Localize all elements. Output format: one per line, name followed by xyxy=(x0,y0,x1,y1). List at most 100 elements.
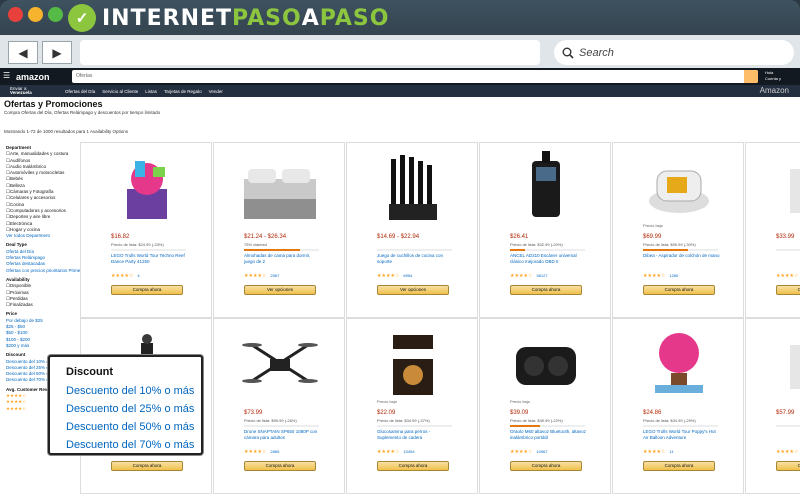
buy-button[interactable]: Compra ahora xyxy=(510,461,582,471)
back-button[interactable]: ◀ xyxy=(8,41,38,64)
product-card[interactable]: $21.24 - $26.34 75% claimed Almohadas de c… xyxy=(213,142,345,318)
product-card[interactable]: $16.82 Precio de lista: $24.99 (-33%) LEGO… xyxy=(80,142,212,318)
product-title[interactable]: LEGO Trolls World Tour Techno Reef Dance… xyxy=(111,253,189,264)
amazon-search-button[interactable] xyxy=(744,70,758,83)
rating-stars: ★★★★☆ xyxy=(377,449,400,455)
address-bar[interactable] xyxy=(80,40,540,65)
product-title[interactable]: Almohadas de cama para dormir, juego de … xyxy=(244,253,322,264)
nav-item-sell[interactable]: Vender xyxy=(209,89,223,94)
discount-option-70[interactable]: Descuento del 70% o más xyxy=(66,439,194,451)
buy-button[interactable]: Compra ahora xyxy=(111,461,183,471)
product-rating[interactable]: ★★★★☆ 1265 xyxy=(643,273,678,279)
product-image[interactable] xyxy=(238,149,322,227)
buy-button[interactable]: Compra ahora xyxy=(776,461,800,471)
product-badge: Precio bajo xyxy=(643,223,664,228)
buy-button[interactable]: Ver opciones xyxy=(244,285,316,295)
product-image[interactable] xyxy=(105,149,189,227)
product-card[interactable]: Precio bajo $39.09 Precio de lista: $49.99… xyxy=(479,318,611,494)
review-count[interactable]: 1265 xyxy=(669,273,678,278)
product-title[interactable]: ANCEL AD310 Escáner universal clásico me… xyxy=(510,253,588,264)
buy-button[interactable]: Ver opciones xyxy=(377,285,449,295)
product-image[interactable] xyxy=(371,325,455,403)
product-rating[interactable]: ★★★★☆ 2567 xyxy=(244,273,279,279)
amazon-logo[interactable]: amazon xyxy=(16,72,50,82)
product-rating[interactable]: ★★★★☆ 6954 xyxy=(377,273,412,279)
product-image[interactable] xyxy=(371,149,455,227)
deal-type-item[interactable]: Ofertas con precios prioritarios Prime xyxy=(6,268,81,274)
search-category[interactable]: Ofertas xyxy=(76,73,92,79)
forward-button[interactable]: ▶ xyxy=(42,41,72,64)
product-card[interactable]: $14.69 - $22.94 Juego de cuchillos de coc… xyxy=(346,142,478,318)
product-card[interactable]: $24.86 Precio de lista: $34.99 (-29%) LEGO… xyxy=(612,318,744,494)
nav-promo[interactable]: Amazon xyxy=(760,86,789,95)
review-count[interactable]: 10454 xyxy=(403,449,414,454)
page-title: Ofertas y Promociones xyxy=(4,99,103,109)
product-meta: Precio de lista: $49.99 (-22%) xyxy=(510,418,563,423)
product-rating[interactable]: ★★★★☆ xyxy=(776,273,800,279)
product-image[interactable] xyxy=(770,149,800,227)
buy-button[interactable]: Compra ahora xyxy=(111,285,183,295)
minimize-window-icon[interactable] xyxy=(28,7,43,22)
nav-item-lists[interactable]: Listas xyxy=(145,89,157,94)
review-count[interactable]: 11 xyxy=(669,449,673,454)
product-title[interactable]: Dibea - Aspirador de colchón de mano xyxy=(643,253,721,259)
product-title[interactable]: Juego de cuchillos de cocina con soporte xyxy=(377,253,455,264)
product-image[interactable] xyxy=(504,325,588,403)
product-rating[interactable]: ★★★★☆ 36127 xyxy=(510,273,548,279)
buy-button[interactable]: Compra ahora xyxy=(510,285,582,295)
close-window-icon[interactable] xyxy=(8,7,23,22)
review-count[interactable]: 36127 xyxy=(536,273,547,278)
discount-option-50[interactable]: Descuento del 50% o más xyxy=(66,421,194,433)
deliver-country: Venezuela xyxy=(10,90,32,95)
product-image[interactable] xyxy=(637,325,721,403)
see-all-departments[interactable]: Ver todos Department xyxy=(6,233,81,239)
product-title[interactable]: LEGO Trolls World Tour Poppy's Hot Air B… xyxy=(643,429,721,440)
review-count[interactable]: 2865 xyxy=(270,449,279,454)
nav-item-gift-cards[interactable]: Tarjetas de Regalo xyxy=(164,89,202,94)
product-rating[interactable]: ★★★★☆ 4 xyxy=(111,273,140,279)
product-image[interactable] xyxy=(770,325,800,403)
rating-stars: ★★★★☆ xyxy=(776,273,799,279)
product-card[interactable]: $73.99 Precio de lista: $99.99 (-26%) Dron… xyxy=(213,318,345,494)
product-title[interactable]: Glucosamina para perros - Suplemento de … xyxy=(377,429,455,440)
buy-button[interactable]: Compra ahora xyxy=(244,461,316,471)
amazon-search-input[interactable]: Ofertas xyxy=(72,70,758,83)
product-rating[interactable]: ★★★★☆ 2865 xyxy=(244,449,279,455)
product-image[interactable] xyxy=(238,325,322,403)
browser-search-input[interactable]: Search xyxy=(554,40,794,65)
review-count[interactable]: 2567 xyxy=(270,273,279,278)
review-count[interactable]: 4 xyxy=(137,273,139,278)
product-card[interactable]: Precio bajo $69.99 Precio de lista: $99.99… xyxy=(612,142,744,318)
nav-item-customer-service[interactable]: Servicio al Cliente xyxy=(102,89,138,94)
product-rating[interactable]: ★★★★☆ 10967 xyxy=(510,449,548,455)
account-menu[interactable]: Hola Cuenta y xyxy=(765,70,781,82)
product-image[interactable] xyxy=(637,149,721,227)
hamburger-menu-icon[interactable]: ☰ xyxy=(3,71,10,80)
page-subtitle: Compra Ofertas del Día, Ofertas Relámpag… xyxy=(4,110,161,115)
claimed-progress-fill xyxy=(510,249,525,251)
review-count[interactable]: 10967 xyxy=(536,449,547,454)
discount-option-25[interactable]: Descuento del 25% o más xyxy=(66,403,194,415)
maximize-window-icon[interactable] xyxy=(48,7,63,22)
rating-stars: ★★★★☆ xyxy=(244,449,267,455)
buy-button[interactable]: Compra ahora xyxy=(643,285,715,295)
product-card[interactable]: Precio bajo $22.09 Precio de lista: $34.99… xyxy=(346,318,478,494)
product-image[interactable] xyxy=(504,149,588,227)
buy-button[interactable]: Compra ahora xyxy=(643,461,715,471)
product-title[interactable]: Drone SNAPTAIN SP650 1080P con cámara pa… xyxy=(244,429,322,440)
buy-button[interactable]: Compra ahora xyxy=(776,285,800,295)
review-count[interactable]: 6954 xyxy=(403,273,412,278)
product-card[interactable]: $33.99 ★★★★☆ Compra ahora xyxy=(745,142,800,318)
price-item[interactable]: $200 y más xyxy=(6,343,81,349)
product-card[interactable]: $26.41 Precio de lista: $32.99 (-20%) ANCE… xyxy=(479,142,611,318)
nav-item-deals[interactable]: Ofertas del Día xyxy=(65,89,95,94)
product-title[interactable]: Oraolo M60 altavoz Bluetooth, altavoz in… xyxy=(510,429,588,440)
product-card[interactable]: $57.99 ★★★★☆ Compra ahora xyxy=(745,318,800,494)
discount-option-10[interactable]: Descuento del 10% o más xyxy=(66,385,194,397)
product-rating[interactable]: ★★★★☆ xyxy=(776,449,800,455)
product-rating[interactable]: ★★★★☆ 11 xyxy=(643,449,674,455)
availability-item[interactable]: Finalizadas xyxy=(6,302,81,308)
buy-button[interactable]: Compra ahora xyxy=(377,461,449,471)
deliver-to[interactable]: Enviar a Venezuela xyxy=(10,86,58,95)
product-rating[interactable]: ★★★★☆ 10454 xyxy=(377,449,415,455)
